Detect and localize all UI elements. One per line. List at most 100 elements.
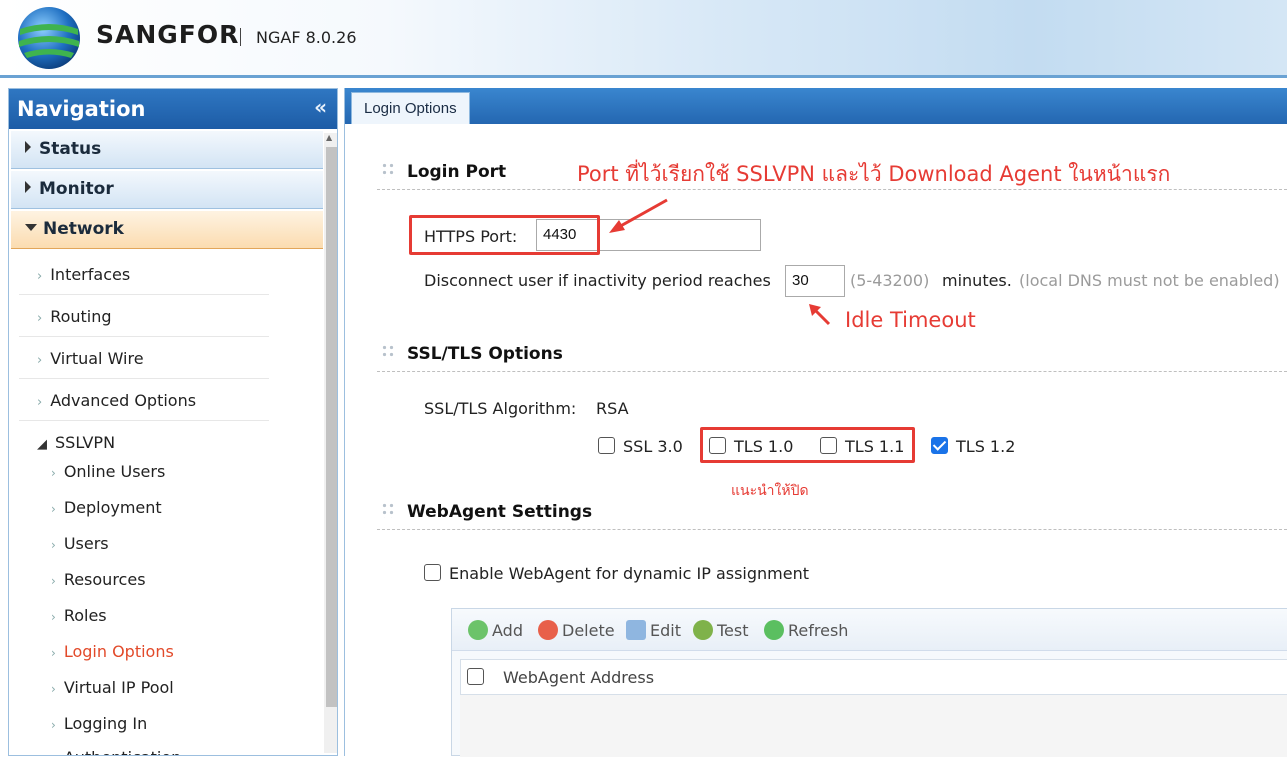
nav-item-advanced-options[interactable]: › Advanced Options <box>19 379 269 421</box>
nav-item-resources[interactable]: › Resources <box>51 570 146 589</box>
chevron-right-icon: › <box>51 538 56 552</box>
nav-item-routing[interactable]: › Routing <box>19 295 269 337</box>
chevron-right-icon: › <box>51 502 56 516</box>
nav-category-label: Status <box>39 139 102 159</box>
nav-item-logging-in[interactable]: › Logging In <box>51 714 147 733</box>
nav-item-deployment[interactable]: › Deployment <box>51 498 162 517</box>
main-content: Login Options Login Port Port ที่ไว้เรีย… <box>344 88 1287 757</box>
nav-title: Navigation <box>17 97 146 121</box>
section-title: WebAgent Settings <box>407 502 593 522</box>
caret-down-icon <box>25 224 37 231</box>
nav-item-authentication[interactable]: › Authentication <box>51 748 181 755</box>
nav-item-label: Routing <box>50 307 112 326</box>
nav-item-sslvpn[interactable]: ◢ SSLVPN <box>19 421 269 463</box>
range-hint: (5-43200) <box>850 271 930 290</box>
nav-item-label: Login Options <box>63 642 174 661</box>
nav-category-monitor[interactable]: Monitor <box>11 171 323 209</box>
nav-category-status[interactable]: Status <box>11 131 323 169</box>
annotation-idle-timeout: Idle Timeout <box>845 308 976 332</box>
product-version: NGAF 8.0.26 <box>256 28 357 47</box>
test-button[interactable]: Test <box>693 620 749 640</box>
scroll-up-icon[interactable]: ▲ <box>326 133 332 142</box>
checkbox[interactable] <box>424 564 441 581</box>
nav-item-label: Users <box>63 534 109 553</box>
option-label: SSL 3.0 <box>623 437 683 456</box>
dns-note: (local DNS must not be enabled) <box>1019 271 1280 290</box>
app-header: SANGFOR NGAF 8.0.26 <box>0 0 1287 78</box>
chevron-right-icon: › <box>37 311 43 326</box>
webagent-grid: Add Delete Edit Test Refresh WebAgent Ad… <box>451 608 1287 757</box>
navigation-panel: Navigation « Status Monitor Network › Int… <box>8 88 338 756</box>
chevron-right-icon: › <box>51 646 56 660</box>
grid-header: WebAgent Address <box>460 659 1287 695</box>
column-webagent-address[interactable]: WebAgent Address <box>503 668 654 687</box>
chevron-right-icon: › <box>51 682 56 696</box>
tab-bar: Login Options <box>345 88 1287 124</box>
section-title: SSL/TLS Options <box>407 344 563 364</box>
option-label: Enable WebAgent for dynamic IP assignmen… <box>449 564 809 583</box>
scroll-thumb[interactable] <box>326 147 337 707</box>
chevron-right-icon: › <box>51 466 56 480</box>
grip-icon <box>381 162 395 178</box>
grip-icon <box>381 502 395 518</box>
chevron-right-icon: › <box>51 718 56 732</box>
nav-header: Navigation « <box>9 89 337 129</box>
checkbox[interactable] <box>598 437 615 454</box>
sangfor-logo-icon <box>18 7 80 69</box>
enable-webagent-option[interactable]: Enable WebAgent for dynamic IP assignmen… <box>424 564 809 583</box>
caret-right-icon <box>25 141 31 153</box>
grip-icon <box>381 344 395 360</box>
nav-item-virtual-wire[interactable]: › Virtual Wire <box>19 337 269 379</box>
delete-icon <box>538 620 558 640</box>
brand-name: SANGFOR <box>96 20 240 49</box>
nav-item-label: Virtual Wire <box>50 349 144 368</box>
nav-item-virtual-ip-pool[interactable]: › Virtual IP Pool <box>51 678 174 697</box>
algorithm-value: RSA <box>596 399 629 418</box>
nav-item-label: Resources <box>63 570 146 589</box>
nav-item-login-options[interactable]: › Login Options <box>51 642 174 661</box>
inactivity-input[interactable]: 30 <box>785 265 845 297</box>
chevron-right-icon: › <box>37 395 43 410</box>
checkbox-checked[interactable] <box>931 437 948 454</box>
delete-button[interactable]: Delete <box>538 620 615 640</box>
nav-item-label: Roles <box>63 606 107 625</box>
edit-icon <box>626 620 646 640</box>
button-label: Edit <box>650 621 681 640</box>
edit-button[interactable]: Edit <box>626 620 681 640</box>
section-title: Login Port <box>407 162 507 182</box>
add-button[interactable]: Add <box>468 620 523 640</box>
button-label: Refresh <box>788 621 849 640</box>
select-all-checkbox[interactable] <box>467 668 484 685</box>
annotation-arrow-icon <box>609 198 668 233</box>
annotation-port-note: Port ที่ไว้เรียกใช้ SSLVPN และไว้ Downlo… <box>577 162 1171 186</box>
button-label: Test <box>717 621 749 640</box>
chevron-right-icon: › <box>51 752 56 755</box>
chevron-right-icon: › <box>51 574 56 588</box>
chevron-right-icon: › <box>37 269 43 284</box>
chevron-right-icon: › <box>37 353 43 368</box>
button-label: Add <box>492 621 523 640</box>
nav-item-online-users[interactable]: › Online Users <box>51 462 165 481</box>
highlight-https-port <box>409 215 600 255</box>
grid-body <box>460 695 1287 757</box>
disconnect-label: Disconnect user if inactivity period rea… <box>424 271 771 290</box>
nav-scrollbar[interactable]: ▲ <box>324 133 337 753</box>
nav-category-label: Monitor <box>39 179 114 199</box>
nav-item-roles[interactable]: › Roles <box>51 606 107 625</box>
option-ssl30[interactable]: SSL 3.0 <box>598 437 683 456</box>
triangle-down-icon: ◢ <box>37 437 47 452</box>
highlight-tls-options <box>700 427 915 463</box>
nav-item-users[interactable]: › Users <box>51 534 109 553</box>
nav-item-label: Logging In <box>63 714 148 733</box>
collapse-nav-icon[interactable]: « <box>314 95 327 119</box>
tab-login-options[interactable]: Login Options <box>351 92 470 124</box>
chevron-right-icon: › <box>51 610 56 624</box>
nav-category-network[interactable]: Network <box>11 211 323 249</box>
refresh-button[interactable]: Refresh <box>764 620 848 640</box>
algorithm-label: SSL/TLS Algorithm: <box>424 399 577 418</box>
option-tls12[interactable]: TLS 1.2 <box>931 437 1015 456</box>
nav-item-label: Deployment <box>63 498 162 517</box>
nav-item-interfaces[interactable]: › Interfaces <box>19 253 269 295</box>
nav-category-label: Network <box>43 219 124 239</box>
nav-item-label: Interfaces <box>50 265 131 284</box>
